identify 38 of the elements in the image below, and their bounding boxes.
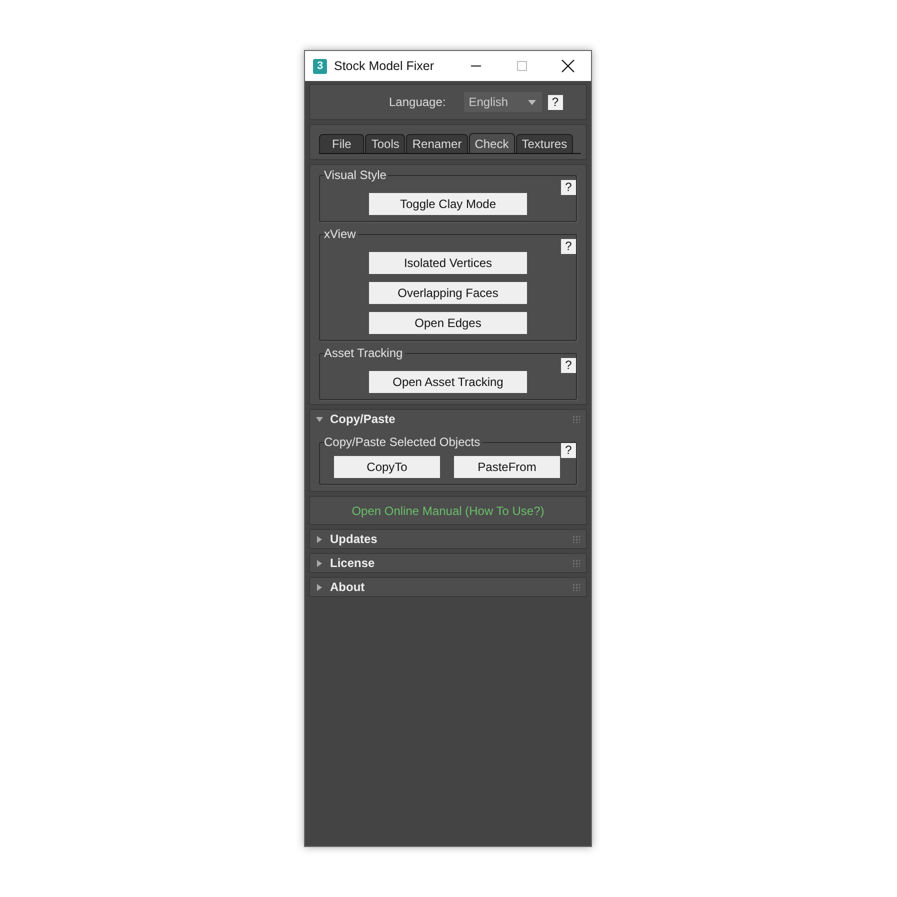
grip-icon[interactable] xyxy=(573,560,580,566)
language-dropdown[interactable]: English xyxy=(464,92,542,112)
dropdown-arrow-icon[interactable] xyxy=(528,100,536,104)
group-title: Visual Style xyxy=(324,168,388,182)
action-button[interactable]: CopyTo xyxy=(334,456,440,478)
action-button[interactable]: Isolated Vertices xyxy=(369,252,527,274)
help-button[interactable]: ? xyxy=(561,239,576,254)
window-title: Stock Model Fixer xyxy=(334,59,436,73)
help-button[interactable]: ? xyxy=(548,94,563,110)
expand-arrow-icon[interactable] xyxy=(316,536,323,542)
collapse-arrow-icon[interactable] xyxy=(316,416,323,422)
tab[interactable]: Tools xyxy=(365,134,406,153)
tab[interactable]: Check xyxy=(468,133,515,153)
help-button[interactable]: ? xyxy=(561,358,576,373)
group-title: xView xyxy=(324,227,358,241)
action-button[interactable]: Open Asset Tracking xyxy=(369,371,527,393)
group-title: Asset Tracking xyxy=(324,346,405,360)
grip-icon[interactable] xyxy=(573,536,580,542)
tab[interactable]: Textures xyxy=(516,134,574,153)
rollout-title[interactable]: License xyxy=(330,556,573,570)
rollout-title[interactable]: About xyxy=(330,580,573,594)
app-icon: 3 xyxy=(313,58,327,74)
tab[interactable]: File xyxy=(319,134,364,153)
rollout-title[interactable]: Updates xyxy=(330,532,573,546)
grip-icon[interactable] xyxy=(573,416,580,422)
rollout-title[interactable]: Copy/Paste xyxy=(330,412,573,426)
language-label: Language: xyxy=(389,95,446,109)
action-button[interactable]: PasteFrom xyxy=(454,456,560,478)
help-button[interactable]: ? xyxy=(561,180,576,195)
expand-arrow-icon[interactable] xyxy=(316,584,323,590)
action-button[interactable]: Toggle Clay Mode xyxy=(369,193,527,215)
tab[interactable]: Renamer xyxy=(406,134,468,153)
action-button[interactable]: Open Edges xyxy=(369,312,527,334)
action-button[interactable]: Overlapping Faces xyxy=(369,282,527,304)
expand-arrow-icon[interactable] xyxy=(316,560,323,566)
grip-icon[interactable] xyxy=(573,584,580,590)
group-title: Copy/Paste Selected Objects xyxy=(324,435,482,449)
help-button[interactable]: ? xyxy=(561,443,576,458)
